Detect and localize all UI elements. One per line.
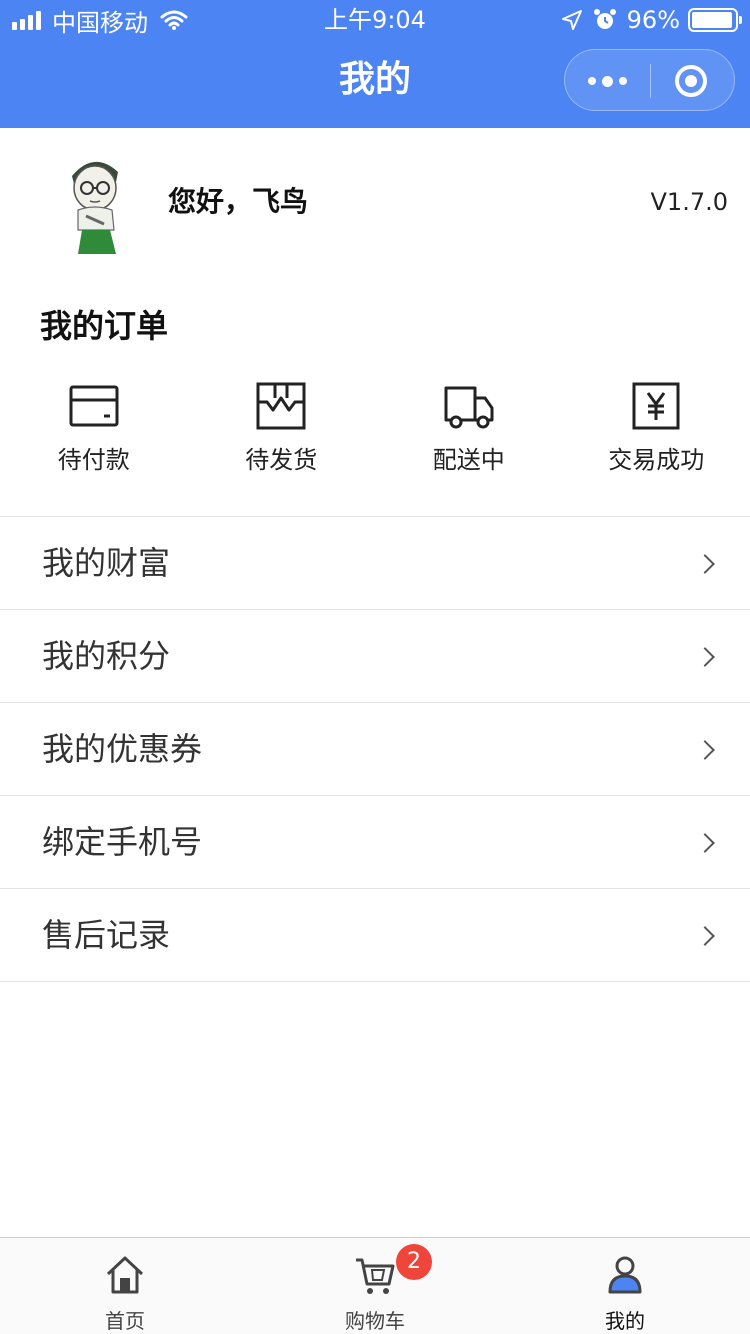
settings-menu: 我的财富 我的积分 我的优惠券 绑定手机号 售后记录 [0,516,750,982]
tab-label: 首页 [105,1309,145,1333]
tab-cart[interactable]: 2 购物车 [250,1238,500,1334]
status-bar: 中国移动 上午9:04 96% [0,0,750,40]
user-icon [608,1256,642,1294]
chevron-right-icon [695,647,715,667]
home-icon [106,1256,144,1294]
order-status-grid: 待付款 待发货 配送中 交易成功 [0,380,750,490]
alarm-clock-icon [593,9,616,29]
order-label: 交易成功 [608,446,705,474]
cart-count-badge: 2 [396,1244,432,1280]
menu-item-bind-phone[interactable]: 绑定手机号 [0,796,750,889]
chevron-right-icon [695,926,715,946]
order-label: 配送中 [432,446,505,474]
tab-mine[interactable]: 我的 [500,1238,750,1334]
cart-icon [356,1258,395,1294]
menu-item-wealth[interactable]: 我的财富 [0,517,750,610]
menu-item-label: 我的优惠券 [42,730,203,768]
menu-item-label: 售后记录 [42,916,171,954]
app-version: V1.7.0 [650,188,728,216]
chevron-right-icon [695,740,715,760]
header: 中国移动 上午9:04 96% 我的 [0,0,750,128]
status-right: 96% [561,6,742,34]
order-label: 待发货 [245,446,318,474]
target-circle-icon[interactable] [675,65,707,97]
capsule-divider [650,64,651,98]
tab-label: 购物车 [345,1309,405,1333]
yuan-receipt-icon [632,382,680,430]
menu-item-coupons[interactable]: 我的优惠券 [0,703,750,796]
order-in-delivery[interactable]: 配送中 [375,380,563,490]
greeting-text: 您好，飞鸟 [168,185,309,218]
menu-item-points[interactable]: 我的积分 [0,610,750,703]
order-pending-shipment[interactable]: 待发货 [188,380,376,490]
tab-home[interactable]: 首页 [0,1238,250,1334]
avatar[interactable] [42,146,146,256]
menu-item-label: 绑定手机号 [42,823,203,861]
battery-icon [688,8,742,32]
location-arrow-icon [561,10,582,30]
menu-item-label: 我的财富 [42,544,171,582]
menu-item-label: 我的积分 [42,637,171,675]
package-box-icon [256,382,306,430]
orders-section-title: 我的订单 [40,307,169,345]
order-label: 待付款 [57,446,130,474]
order-completed[interactable]: 交易成功 [563,380,750,490]
chevron-right-icon [695,554,715,574]
bottom-tab-bar: 首页 2 购物车 我的 [0,1237,750,1334]
more-dots-icon[interactable] [565,50,650,112]
menu-item-after-sales[interactable]: 售后记录 [0,889,750,982]
chevron-right-icon [695,833,715,853]
order-pending-payment[interactable]: 待付款 [0,380,188,490]
profile-screen: 中国移动 上午9:04 96% 我的 您好，飞鸟 V1.7.0 我的订单 待付款… [0,0,750,1334]
tab-label: 我的 [605,1309,645,1333]
wallet-icon [69,385,119,427]
delivery-truck-icon [444,386,494,429]
mini-program-capsule [564,49,735,111]
battery-percent: 96% [626,6,680,34]
profile-card: 您好，飞鸟 V1.7.0 [0,128,750,274]
